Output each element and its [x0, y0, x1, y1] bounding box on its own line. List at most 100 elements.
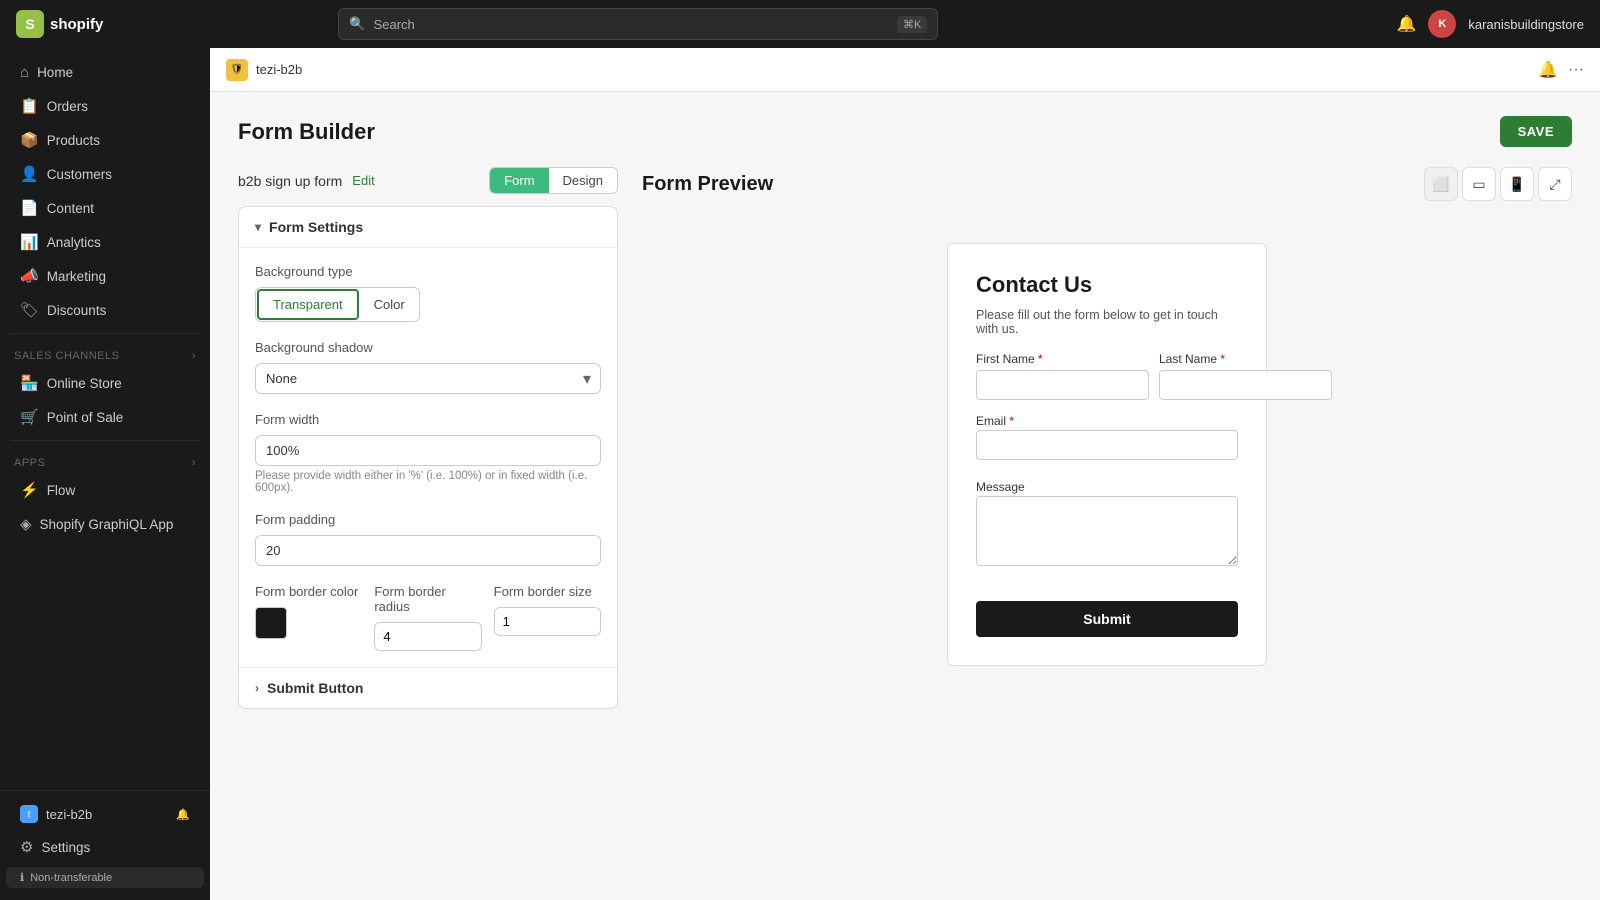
form-tab-group: Form Design	[489, 167, 618, 194]
settings-panel: ▾ Form Settings Background type Transpar…	[238, 206, 618, 709]
sidebar-label-pos: Point of Sale	[47, 410, 124, 425]
sidebar-item-flow[interactable]: ⚡ Flow	[6, 474, 204, 506]
preview-tablet-btn[interactable]: ▭	[1462, 167, 1496, 201]
email-input[interactable]	[976, 430, 1238, 460]
store-bar-more[interactable]: ···	[1568, 61, 1584, 79]
email-group: Email *	[976, 412, 1238, 460]
preview-desktop-btn[interactable]: ⬜	[1424, 167, 1458, 201]
bg-transparent-btn[interactable]: Transparent	[257, 289, 359, 320]
search-placeholder: Search	[374, 17, 415, 32]
form-settings-header[interactable]: ▾ Form Settings	[239, 207, 617, 248]
message-textarea[interactable]	[976, 496, 1238, 566]
page-content: Form Builder SAVE b2b sign up form Edit …	[210, 92, 1600, 900]
sidebar-item-graphql[interactable]: ◈ Shopify GraphiQL App	[6, 508, 204, 540]
preview-fullscreen-btn[interactable]: ⤢	[1538, 167, 1572, 201]
sidebar-item-content[interactable]: 📄 Content	[6, 192, 204, 224]
first-name-req: *	[1038, 352, 1043, 366]
chevron-right-icon: ›	[255, 681, 259, 695]
border-radius-label: Form border radius	[374, 584, 481, 614]
last-name-input[interactable]	[1159, 370, 1332, 400]
fullscreen-icon: ⤢	[1549, 176, 1560, 193]
sidebar-item-customers[interactable]: 👤 Customers	[6, 158, 204, 190]
shopify-logo[interactable]: S shopify	[16, 10, 103, 38]
store-bar-bell[interactable]: 🔔	[1538, 60, 1558, 80]
customers-icon: 👤	[20, 165, 39, 183]
sidebar-label-customers: Customers	[47, 167, 112, 182]
preview-title: Form Preview	[642, 173, 773, 196]
first-name-group: First Name *	[976, 352, 1149, 400]
sidebar-label-settings: Settings	[41, 840, 90, 855]
shopify-logo-text: shopify	[50, 16, 103, 33]
bell-icon[interactable]: 🔔	[1396, 14, 1416, 34]
bg-type-group: Background type Transparent Color	[255, 264, 601, 322]
home-icon: ⌂	[20, 64, 29, 81]
sidebar-item-settings[interactable]: ⚙ Settings	[6, 831, 204, 863]
form-builder-layout: b2b sign up form Edit Form Design ▾ Form…	[238, 167, 1572, 867]
message-label: Message	[976, 480, 1025, 494]
sidebar-item-online-store[interactable]: 🏪 Online Store	[6, 367, 204, 399]
bg-shadow-select[interactable]: None	[255, 363, 601, 394]
sidebar-item-analytics[interactable]: 📊 Analytics	[6, 226, 204, 258]
edit-link[interactable]: Edit	[352, 173, 374, 188]
last-name-req: *	[1220, 352, 1225, 366]
tab-form[interactable]: Form	[490, 168, 548, 193]
first-name-input[interactable]	[976, 370, 1149, 400]
info-icon: ℹ	[20, 871, 24, 884]
bg-shadow-select-wrapper: None	[255, 363, 601, 394]
sidebar-divider-1	[10, 333, 200, 334]
submit-section-header[interactable]: › Submit Button	[239, 667, 617, 708]
bg-color-btn[interactable]: Color	[360, 288, 419, 321]
topbar: S shopify 🔍 Search ⌘K 🔔 K karanisbuildin…	[0, 0, 1600, 48]
discounts-icon: 🏷	[20, 301, 39, 319]
sidebar-item-discounts[interactable]: 🏷 Discounts	[6, 294, 204, 326]
sidebar-bottom: t tezi-b2b 🔔 ⚙ Settings ℹ Non-transferab…	[0, 790, 210, 892]
tezi-bell-icon[interactable]: 🔔	[176, 808, 190, 821]
apps-label: Apps ›	[0, 447, 210, 473]
sidebar: ⌂ Home 📋 Orders 📦 Products 👤 Customers 📄…	[0, 48, 210, 900]
tab-design[interactable]: Design	[549, 168, 617, 193]
sidebar-item-tezi[interactable]: t tezi-b2b 🔔	[6, 798, 204, 830]
expand-apps-icon: ›	[192, 457, 196, 469]
search-icon: 🔍	[349, 16, 365, 32]
sidebar-item-home[interactable]: ⌂ Home	[6, 57, 204, 88]
form-padding-label: Form padding	[255, 512, 601, 527]
products-icon: 📦	[20, 131, 39, 149]
topbar-username: karanisbuildingstore	[1468, 17, 1584, 32]
search-bar[interactable]: 🔍 Search ⌘K	[338, 8, 938, 40]
form-preview-area: Contact Us Please fill out the form belo…	[642, 213, 1572, 713]
pos-icon: 🛒	[20, 408, 39, 426]
form-padding-input[interactable]	[255, 535, 601, 566]
page-title: Form Builder	[238, 119, 375, 145]
sidebar-label-analytics: Analytics	[47, 235, 101, 250]
color-swatch[interactable]	[255, 607, 287, 639]
sidebar-label-content: Content	[47, 201, 94, 216]
form-width-input[interactable]	[255, 435, 601, 466]
sidebar-item-pos[interactable]: 🛒 Point of Sale	[6, 401, 204, 433]
content-icon: 📄	[20, 199, 39, 217]
name-row: First Name * Last Name *	[976, 352, 1238, 400]
avatar: K	[1428, 10, 1456, 38]
flow-icon: ⚡	[20, 481, 39, 499]
sidebar-item-marketing[interactable]: 📣 Marketing	[6, 260, 204, 292]
save-button[interactable]: SAVE	[1500, 116, 1572, 147]
online-store-icon: 🏪	[20, 374, 39, 392]
border-size-input[interactable]	[494, 607, 601, 636]
page-header: Form Builder SAVE	[238, 116, 1572, 147]
form-width-help: Please provide width either in '%' (i.e.…	[255, 470, 601, 494]
sidebar-label-orders: Orders	[47, 99, 88, 114]
sidebar-label-tezi: tezi-b2b	[46, 807, 92, 822]
email-label: Email *	[976, 414, 1014, 428]
form-width-group: Form width Please provide width either i…	[255, 412, 601, 494]
form-title-bar: b2b sign up form Edit Form Design	[238, 167, 618, 194]
border-radius-input[interactable]	[374, 622, 481, 651]
store-name: tezi-b2b	[256, 62, 302, 77]
sidebar-item-orders[interactable]: 📋 Orders	[6, 90, 204, 122]
submit-button[interactable]: Submit	[976, 601, 1238, 637]
preview-mobile-btn[interactable]: 📱	[1500, 167, 1534, 201]
sidebar-item-products[interactable]: 📦 Products	[6, 124, 204, 156]
form-name: b2b sign up form	[238, 173, 342, 189]
email-req: *	[1009, 414, 1014, 428]
expand-icon: ›	[192, 350, 196, 362]
border-size-group: Form border size	[494, 584, 601, 651]
non-transferable-badge: ℹ Non-transferable	[6, 867, 204, 888]
